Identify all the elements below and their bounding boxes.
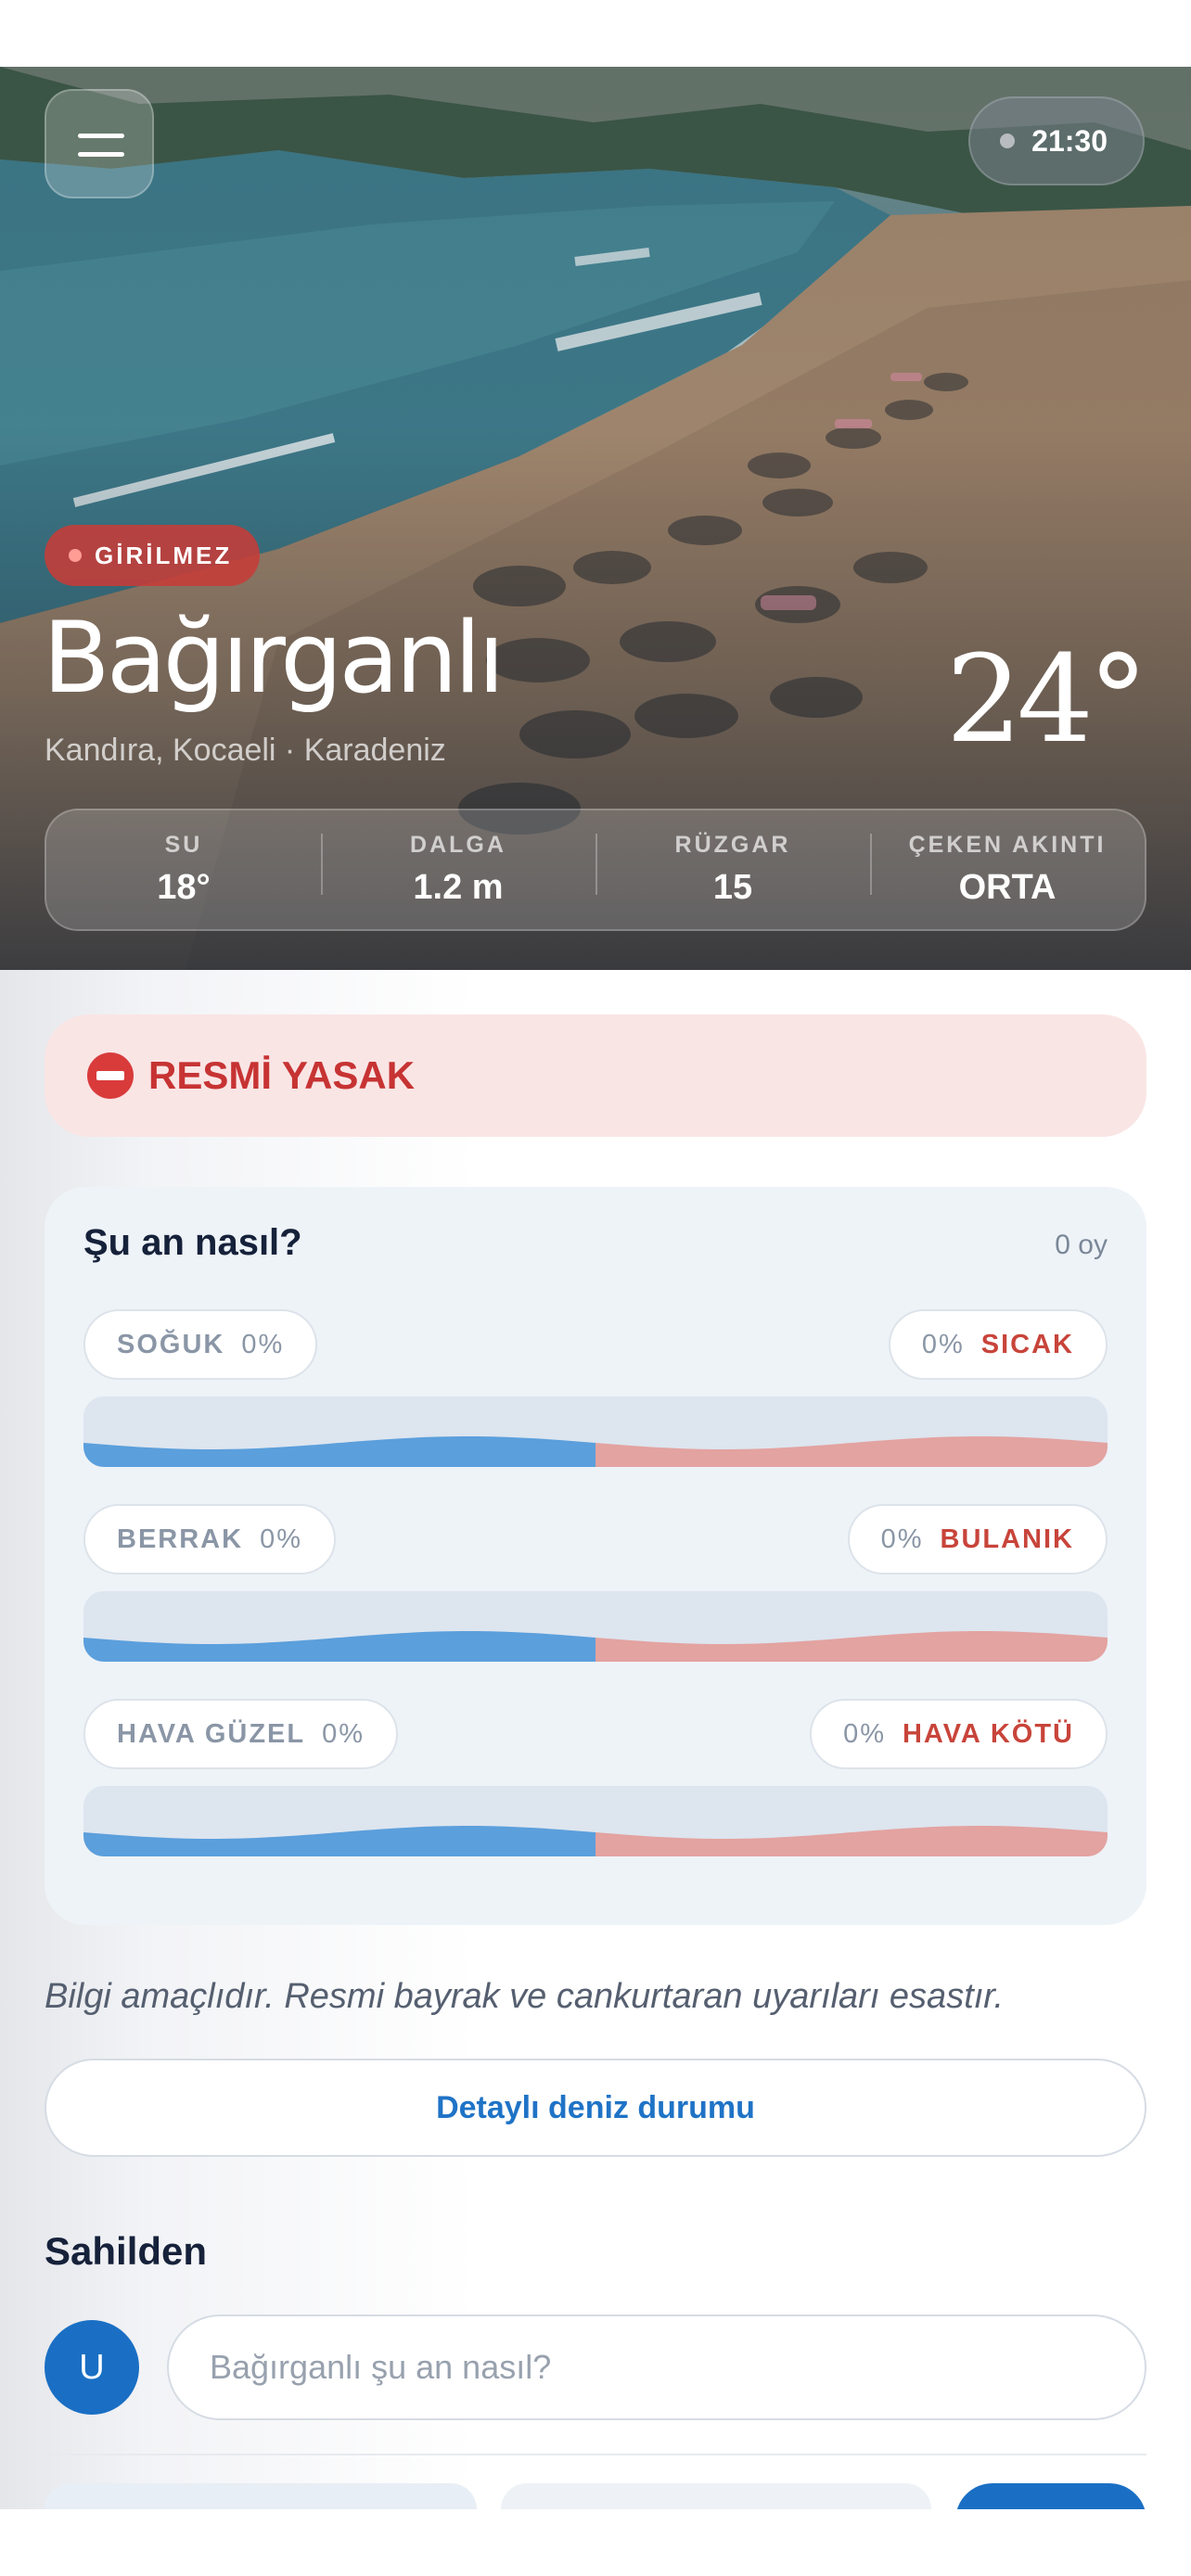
poll-vote-count: 0 oy (1055, 1230, 1108, 1260)
status-badge-label: GİRİLMEZ (95, 541, 233, 569)
vote-murky-button[interactable]: 0% BULANIK (847, 1504, 1108, 1575)
stat-value: ORTA (958, 868, 1057, 907)
stat-label: SU (164, 832, 203, 858)
vote-option-label: BERRAK (117, 1524, 244, 1554)
stat-value: 18° (157, 868, 211, 907)
vote-option-percent: 0% (921, 1329, 965, 1359)
cold-share-fill (83, 1826, 596, 1856)
vote-option-label: BULANIK (940, 1524, 1074, 1554)
conditions-panel: SU 18° DALGA 1.2 m RÜZGAR 15 ÇEKEN AKINT… (45, 809, 1146, 931)
divider (45, 2454, 1146, 2455)
hot-share-fill (596, 1436, 1108, 1467)
balance-wave-graphic (83, 1631, 1108, 1662)
menu-button[interactable] (45, 89, 154, 198)
sea-details-button[interactable]: Detaylı deniz durumu (45, 2059, 1146, 2157)
vote-option-percent: 0% (880, 1524, 924, 1554)
bottom-safe-area (0, 2509, 1191, 2576)
vote-hot-button[interactable]: 0% SICAK (888, 1309, 1108, 1380)
air-temperature: 24° (945, 629, 1148, 770)
balance-wave-graphic (83, 1436, 1108, 1467)
stat-value: 1.2 m (413, 868, 504, 907)
disclaimer-text: Bilgi amaçlıdır. Resmi bayrak ve cankurt… (45, 1977, 1005, 2016)
comment-input[interactable] (167, 2315, 1146, 2420)
no-entry-icon (87, 1052, 134, 1099)
temperature-balance-bar (83, 1396, 1108, 1467)
vote-option-percent: 0% (843, 1718, 886, 1749)
stat-rip-current: ÇEKEN AKINTI ORTA (870, 832, 1145, 908)
clarity-balance-bar (83, 1591, 1108, 1662)
vote-bad-weather-button[interactable]: 0% HAVA KÖTÜ (810, 1699, 1108, 1769)
hot-share-fill (596, 1826, 1108, 1856)
stat-label: DALGA (410, 832, 506, 858)
conditions-poll: Şu an nasıl? 0 oy SOĞUK 0% 0% SICAK BERR… (45, 1187, 1146, 1925)
time-indicator: 21:30 (968, 96, 1145, 185)
vote-cold-button[interactable]: SOĞUK 0% (83, 1309, 318, 1380)
stat-wind: RÜZGAR 15 (596, 832, 870, 908)
vote-option-label: HAVA KÖTÜ (902, 1718, 1074, 1749)
vote-option-label: HAVA GÜZEL (117, 1718, 306, 1749)
beach-location: Kandıra, Kocaeli · Karadeniz (45, 733, 446, 768)
stat-label: ÇEKEN AKINTI (908, 832, 1107, 858)
cold-share-fill (83, 1436, 596, 1467)
comments-section-title: Sahilden (45, 2229, 208, 2273)
weather-balance-bar (83, 1786, 1108, 1856)
poll-title: Şu an nasıl? (83, 1222, 302, 1263)
beach-title: Bağırganlı (43, 601, 505, 715)
avatar: U (45, 2320, 139, 2415)
stat-wave: DALGA 1.2 m (321, 832, 596, 908)
status-dot-icon (1000, 134, 1016, 148)
ban-text: RESMİ YASAK (148, 1053, 416, 1097)
vote-option-label: SOĞUK (117, 1329, 225, 1359)
vote-good-weather-button[interactable]: HAVA GÜZEL 0% (83, 1699, 399, 1769)
vote-option-percent: 0% (322, 1718, 365, 1749)
hero-photo: 21:30 GİRİLMEZ Bağırganlı Kandıra, Kocae… (0, 67, 1191, 970)
stat-label: RÜZGAR (674, 832, 791, 858)
vote-option-percent: 0% (241, 1329, 285, 1359)
stat-water: SU 18° (46, 832, 321, 908)
balance-wave-graphic (83, 1826, 1108, 1856)
stat-value: 15 (712, 868, 753, 907)
time-text: 21:30 (1031, 123, 1108, 158)
vote-option-label: SICAK (980, 1329, 1074, 1359)
official-ban-banner: RESMİ YASAK (45, 1014, 1146, 1137)
vote-clear-button[interactable]: BERRAK 0% (83, 1504, 336, 1575)
status-badge: GİRİLMEZ (45, 525, 261, 586)
vote-option-percent: 0% (260, 1524, 302, 1554)
hot-share-fill (596, 1631, 1108, 1662)
hamburger-icon (78, 134, 124, 138)
alert-dot-icon (69, 549, 82, 562)
cold-share-fill (83, 1631, 596, 1662)
beach-detail-screen: 21:30 GİRİLMEZ Bağırganlı Kandıra, Kocae… (0, 0, 1191, 2576)
